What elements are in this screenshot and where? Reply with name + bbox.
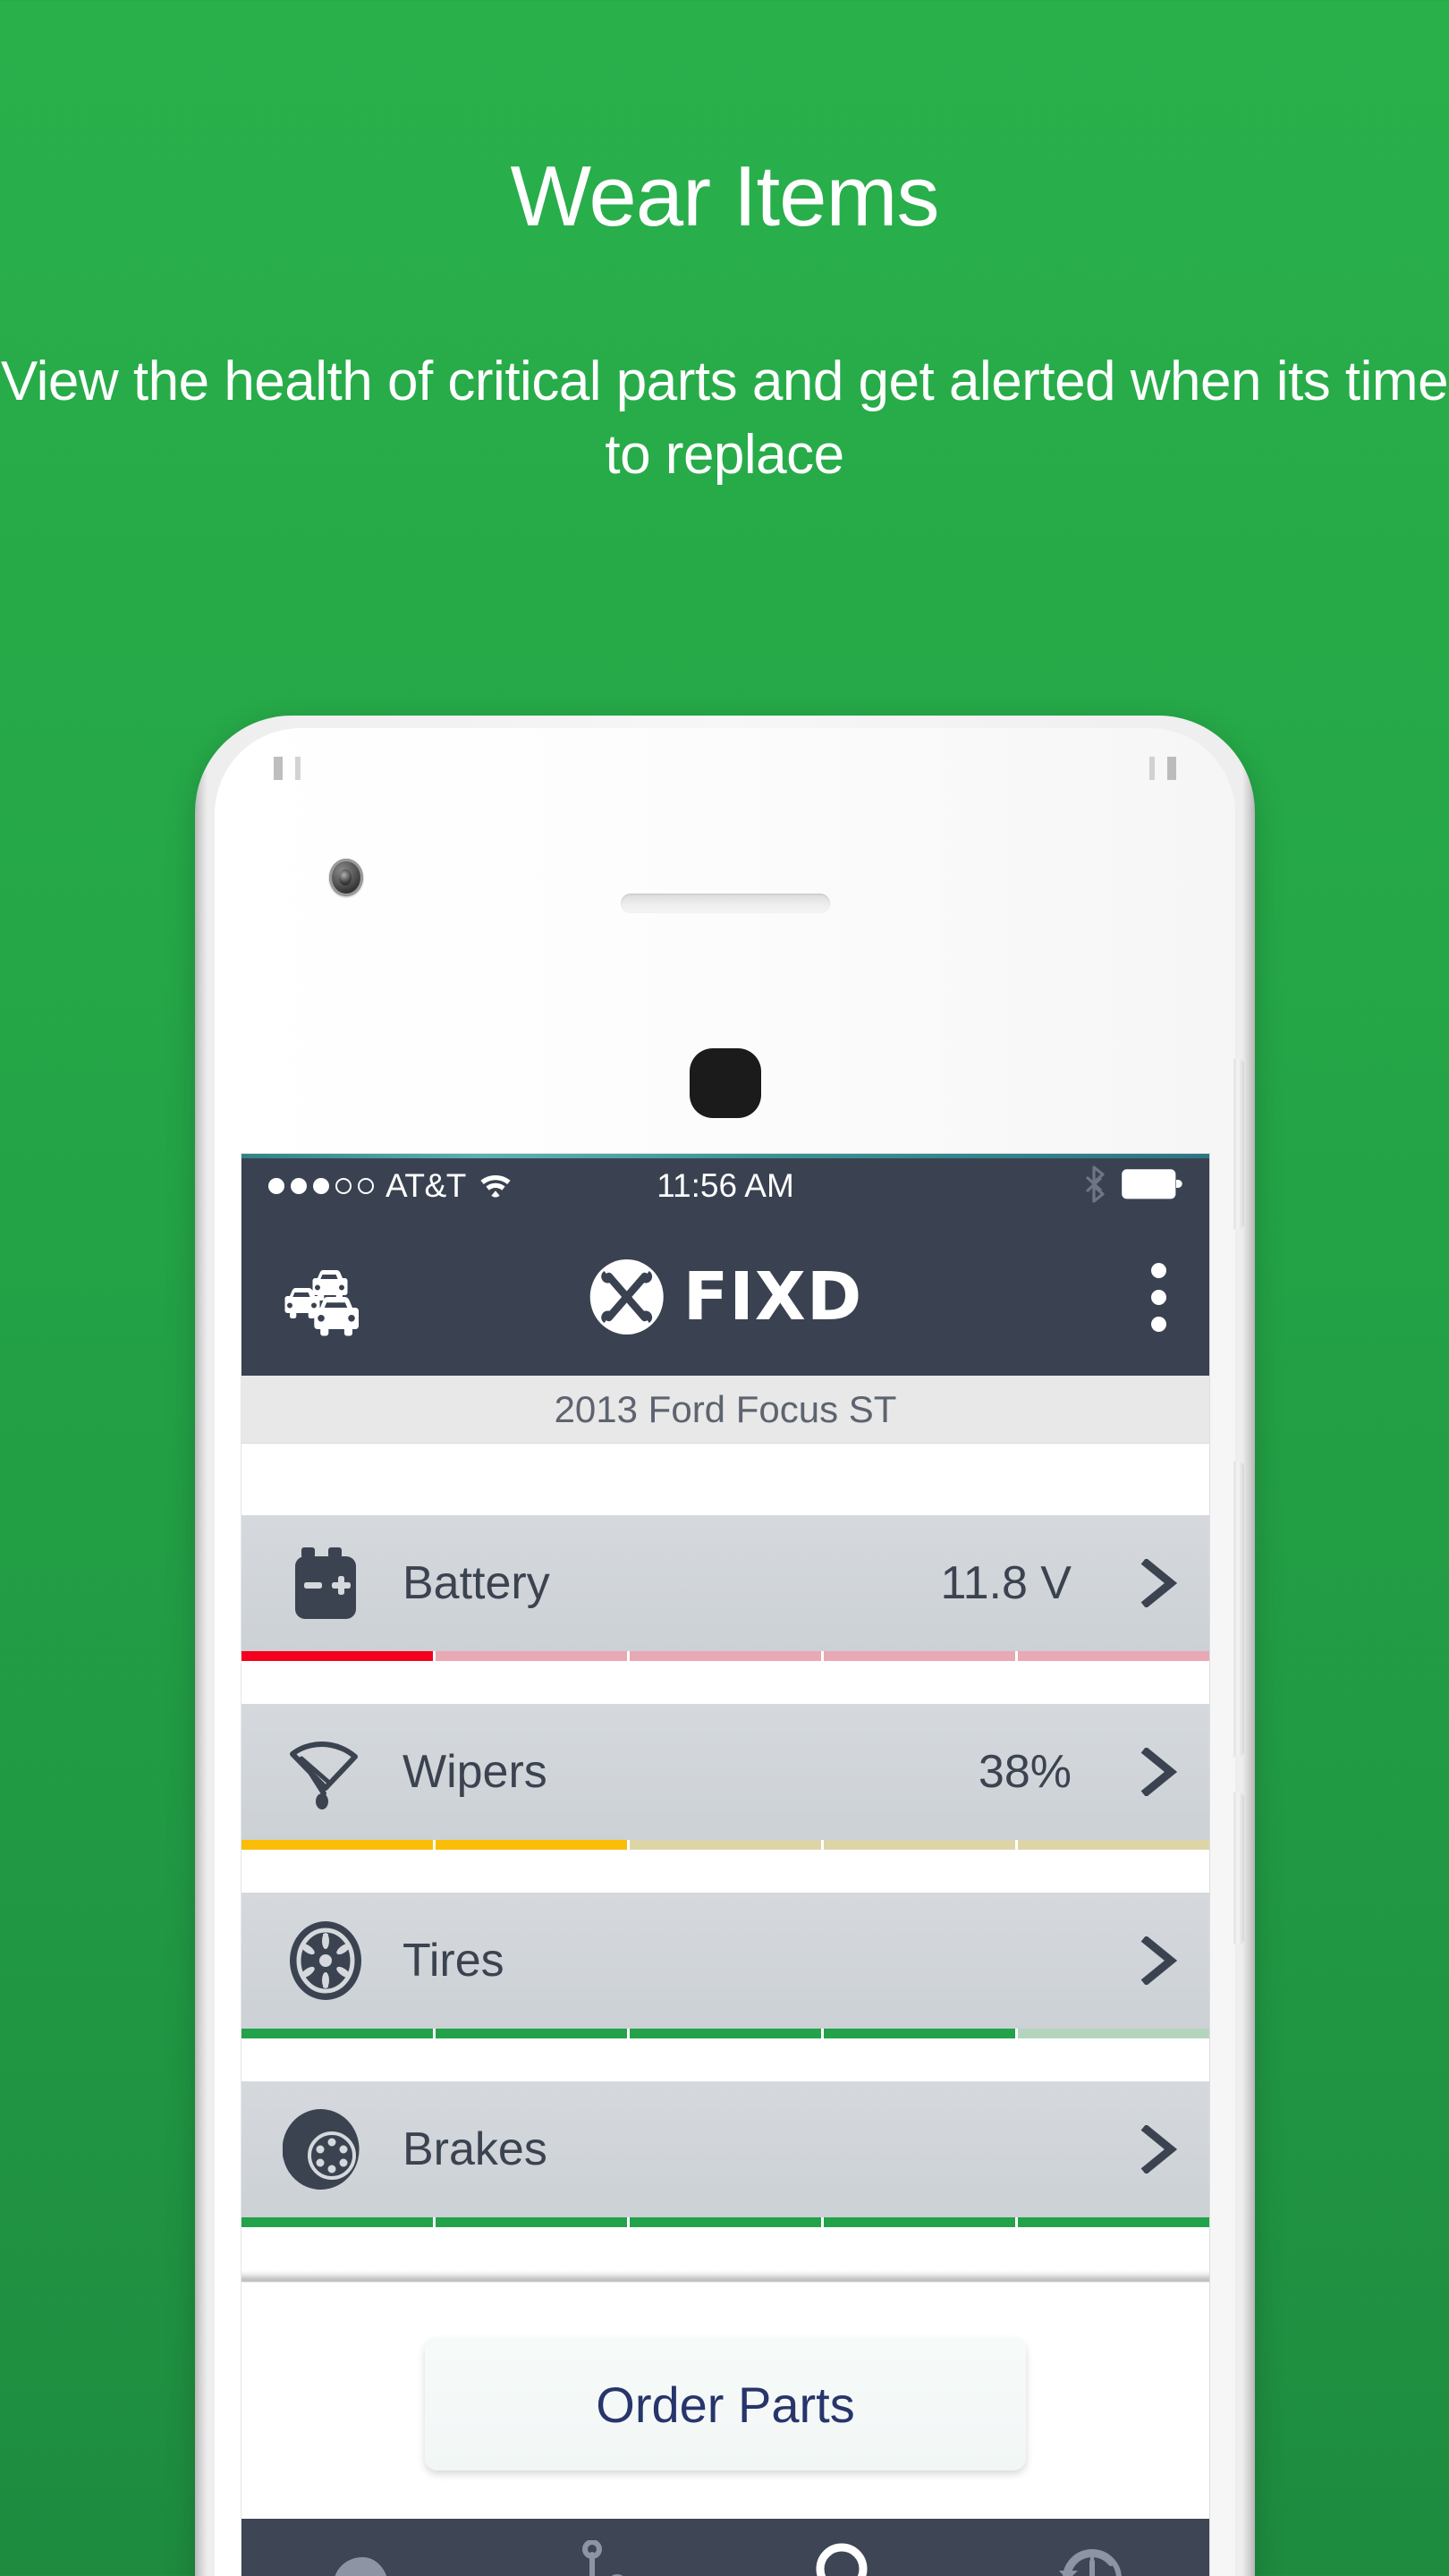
- health-bar-segment: [436, 1651, 627, 1661]
- tire-icon: [283, 1918, 369, 2004]
- health-bar-segment: [1018, 1651, 1209, 1661]
- wiper-icon: [283, 1729, 369, 1815]
- brake-rotor-icon: [282, 2106, 369, 2192]
- signal-strength-icon: [268, 1178, 374, 1194]
- promo-block: Wear Items View the health of critical p…: [0, 0, 1449, 492]
- health-bar-segment: [1018, 1840, 1209, 1850]
- tab-wear-items[interactable]: Wear Items: [725, 2540, 968, 2576]
- page-title: Wear Items: [510, 148, 940, 244]
- tab-condition[interactable]: Condition: [242, 2540, 484, 2576]
- health-bar-segment: [824, 1840, 1015, 1850]
- health-bar-segment: [824, 1651, 1015, 1661]
- chevron-right-icon: [1140, 1935, 1179, 1987]
- wear-item-row[interactable]: Tires: [242, 1893, 1209, 2029]
- health-bar-segment: [824, 2029, 1015, 2038]
- wear-item-row[interactable]: Battery 11.8 V: [242, 1515, 1209, 1651]
- wear-item-label: Tires: [402, 1935, 504, 1987]
- vehicle-name-bar[interactable]: 2013 Ford Focus ST: [242, 1376, 1209, 1444]
- wear-item-brakes: Brakes: [242, 2081, 1209, 2227]
- clock-history-icon: [1050, 2540, 1127, 2576]
- antenna-seam-right-2: [1149, 757, 1155, 780]
- front-camera-icon: [329, 859, 363, 896]
- battery-icon: [283, 1540, 369, 1626]
- health-bar-segment: [1018, 2029, 1209, 2038]
- wear-item-label: Battery: [402, 1557, 550, 1609]
- phone-screen: AT&T 11:56 AM FIXD 2013 Ford Focus ST Ba…: [242, 1154, 1209, 2576]
- health-bar-segment: [630, 1840, 821, 1850]
- health-bar-segment: [242, 1840, 433, 1850]
- wear-item-health-bar: [242, 2217, 1209, 2227]
- health-bar-segment: [630, 2217, 821, 2227]
- wear-item-value: 11.8 V: [940, 1557, 1072, 1609]
- health-bar-segment: [242, 1651, 433, 1661]
- chevron-right-icon: [1140, 1746, 1179, 1798]
- health-bar-segment: [630, 2029, 821, 2038]
- wear-item-label: Brakes: [402, 2123, 547, 2175]
- order-parts-zone: Order Parts: [242, 2283, 1209, 2519]
- health-bar-segment: [824, 2217, 1015, 2227]
- order-parts-label: Order Parts: [596, 2376, 855, 2433]
- health-bar-segment: [630, 1651, 821, 1661]
- health-bar-segment: [242, 2029, 433, 2038]
- bluetooth-icon: [1083, 1165, 1107, 1208]
- power-button[interactable]: [1233, 1059, 1244, 1229]
- health-bar-segment: [436, 1840, 627, 1850]
- brand-label: FIXD: [682, 1258, 863, 1335]
- three-cars-icon[interactable]: [272, 1250, 365, 1343]
- order-parts-button[interactable]: Order Parts: [425, 2338, 1026, 2470]
- fixd-wrench-logo-icon: [589, 1258, 665, 1335]
- status-bar-right: [1083, 1165, 1182, 1208]
- wear-item-wipers: Wipers 38%: [242, 1704, 1209, 1850]
- wear-item-label: Wipers: [402, 1746, 547, 1798]
- wear-item-health-bar: [242, 1840, 1209, 1850]
- app-bar: FIXD: [242, 1218, 1209, 1376]
- wifi-icon: [478, 1170, 513, 1203]
- health-bar-segment: [436, 2217, 627, 2227]
- bottom-tab-bar: Condition Timeline Wear Items Logbook: [242, 2519, 1209, 2576]
- wear-item-health-bar: [242, 1651, 1209, 1661]
- list-bottom-edge: [242, 2270, 1209, 2283]
- vehicle-name-label: 2013 Ford Focus ST: [554, 1387, 897, 1430]
- health-bar-segment: [242, 2217, 433, 2227]
- health-bar-segment: [436, 2029, 627, 2038]
- carrier-label: AT&T: [386, 1167, 466, 1204]
- status-bar-clock: 11:56 AM: [657, 1167, 794, 1204]
- wear-item-health-bar: [242, 2029, 1209, 2038]
- earpiece-speaker: [620, 894, 830, 913]
- volume-down-button[interactable]: [1233, 1792, 1244, 1945]
- status-bar-left: AT&T: [268, 1167, 513, 1205]
- tab-timeline[interactable]: Timeline: [484, 2540, 726, 2576]
- wear-item-battery: Battery 11.8 V: [242, 1515, 1209, 1661]
- car-icon: [321, 2540, 403, 2576]
- chevron-right-icon: [1140, 1557, 1179, 1609]
- antenna-seam-right: [1167, 757, 1176, 780]
- brand: FIXD: [589, 1258, 863, 1335]
- page-subtitle: View the health of critical parts and ge…: [0, 351, 1449, 486]
- wear-item-row[interactable]: Wipers 38%: [242, 1704, 1209, 1840]
- wear-item-tires: Tires: [242, 1893, 1209, 2038]
- screen-top-glow: [242, 1154, 1209, 1158]
- wear-item-value: 38%: [978, 1746, 1072, 1798]
- kebab-menu-icon[interactable]: [1139, 1254, 1179, 1341]
- tab-logbook[interactable]: Logbook: [968, 2540, 1210, 2576]
- status-bar: AT&T 11:56 AM: [242, 1154, 1209, 1218]
- wear-items-list: Battery 11.8 V Wipers 38% Tires Brakes: [242, 1444, 1209, 2227]
- volume-up-button[interactable]: [1233, 1462, 1244, 1757]
- antenna-seam-left-2: [295, 757, 301, 780]
- battery-full-icon: [1122, 1168, 1182, 1204]
- magnifier-icon: [812, 2540, 880, 2576]
- proximity-sensor: [689, 1048, 761, 1118]
- chevron-right-icon: [1140, 2123, 1179, 2175]
- health-bar-segment: [1018, 2217, 1209, 2227]
- antenna-seam-left: [274, 757, 283, 780]
- phone-mockup: AT&T 11:56 AM FIXD 2013 Ford Focus ST Ba…: [195, 716, 1255, 2576]
- wear-item-row[interactable]: Brakes: [242, 2081, 1209, 2217]
- timeline-icon: [572, 2540, 637, 2576]
